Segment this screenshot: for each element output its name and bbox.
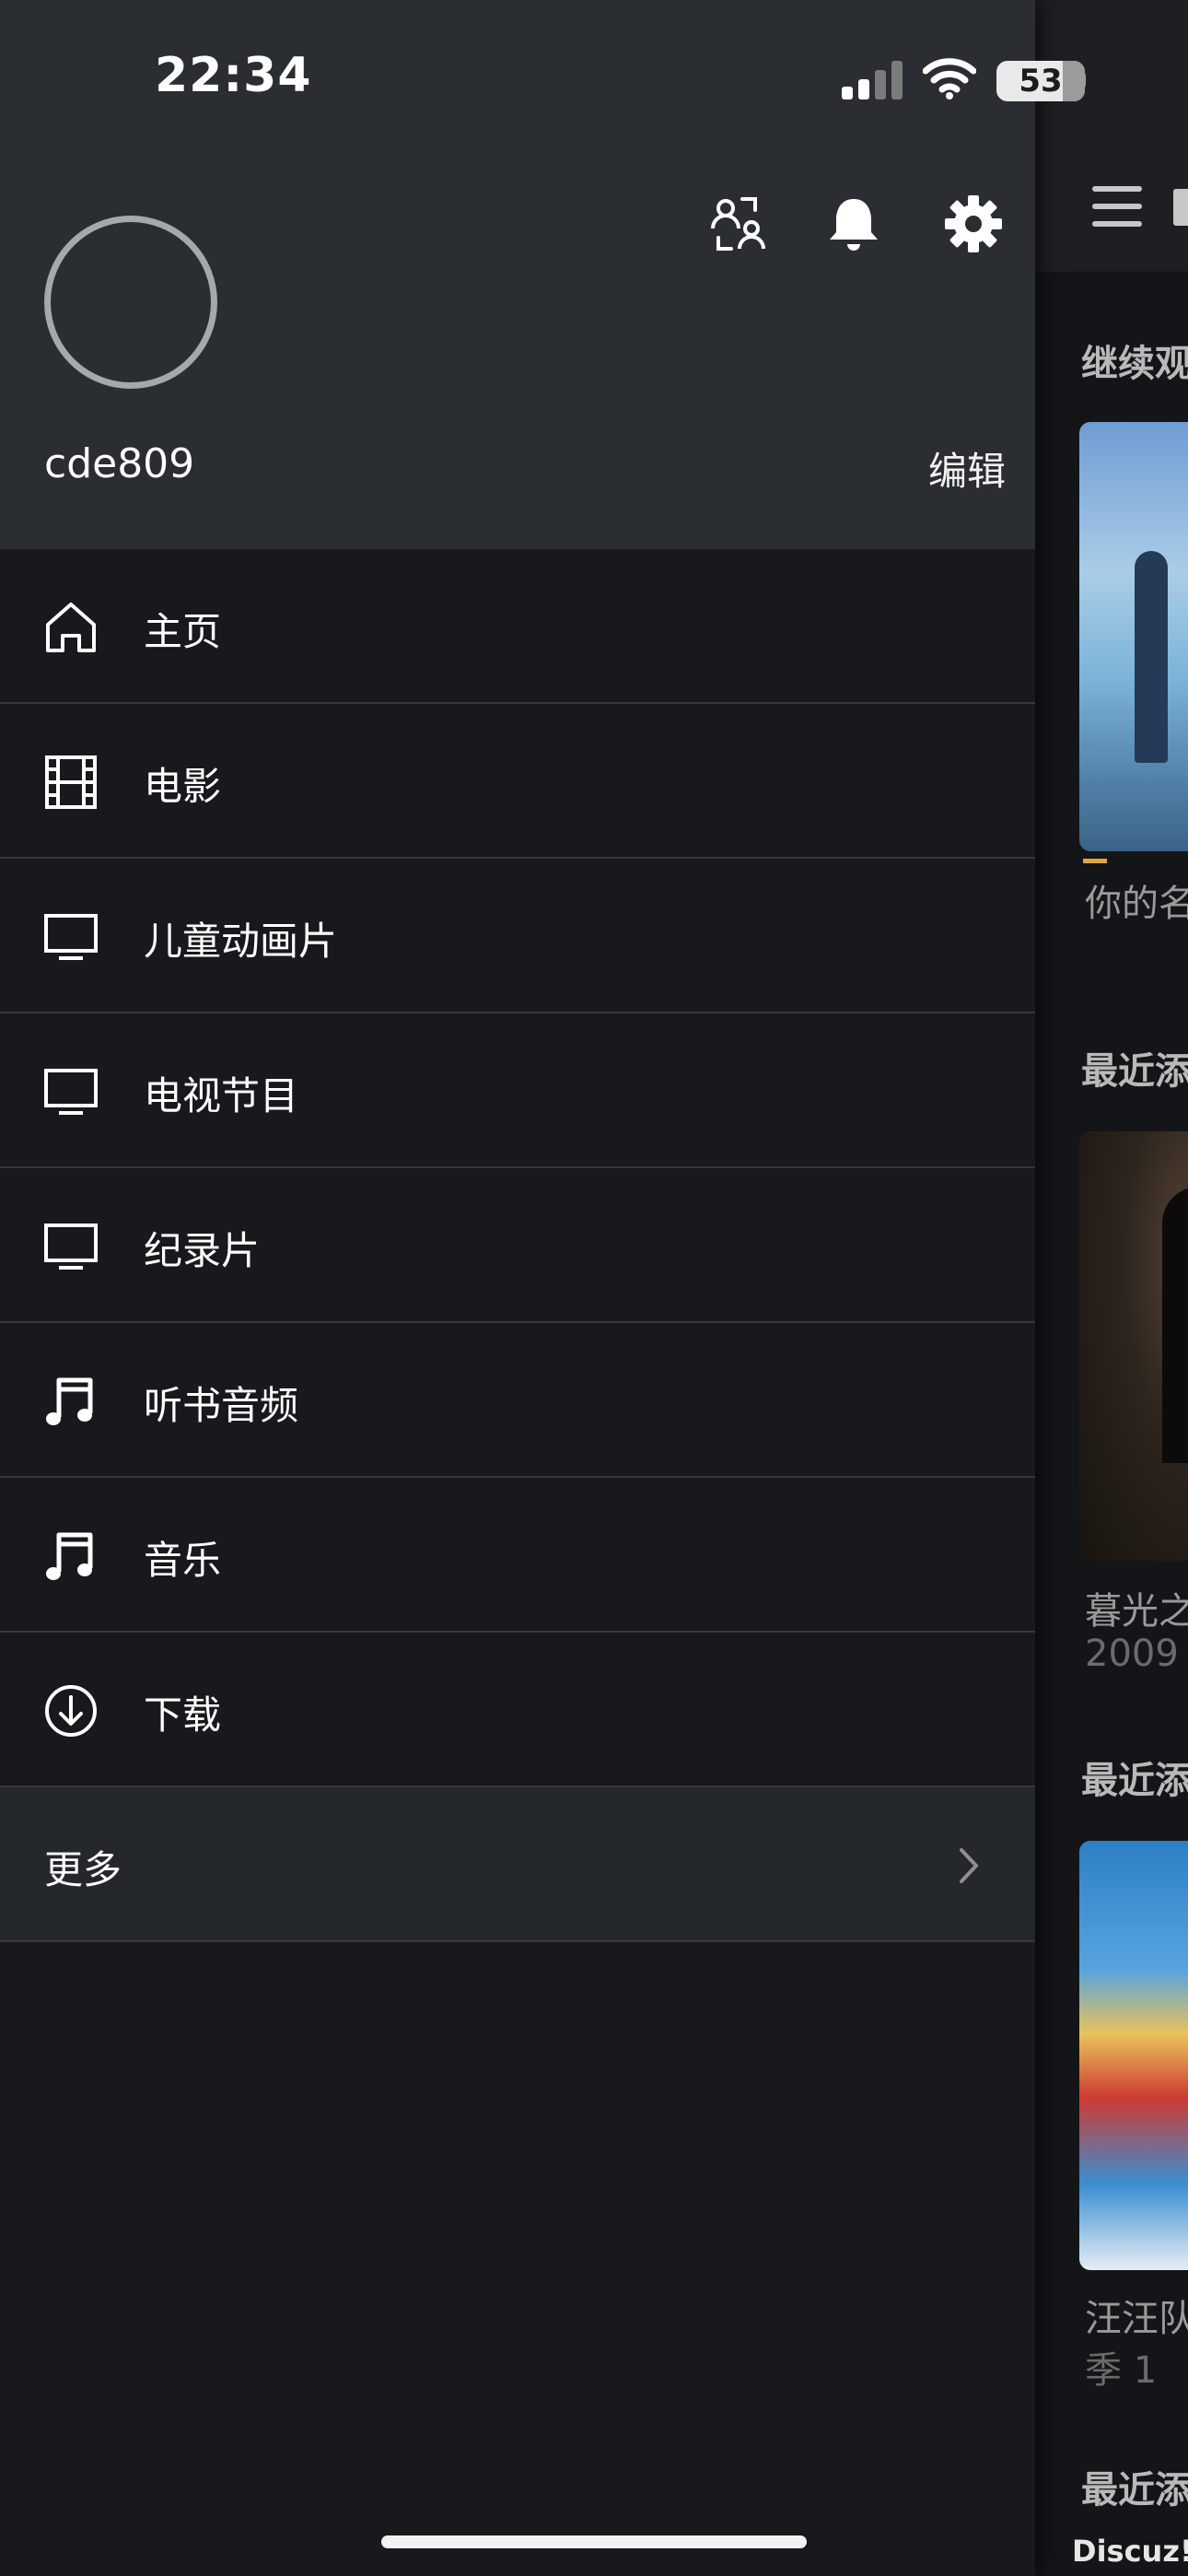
continue-watching-title[interactable]: 你的名 (1085, 873, 1188, 927)
tv-icon (44, 914, 98, 960)
menu-item-home[interactable]: 主页 (0, 549, 1035, 704)
recently-added-season-2: 季 1 (1085, 2349, 1158, 2392)
home-page-behind: 继续观 你的名 最近添 暮光之 2009 最近添 汪汪队 季 1 最近添 Dis… (1035, 0, 1188, 2576)
gear-icon[interactable] (941, 192, 1006, 256)
battery-level: 53 (1019, 63, 1063, 100)
recently-added-title-1[interactable]: 暮光之 (1085, 1581, 1188, 1634)
chevron-right-icon (960, 1848, 978, 1883)
username: cde809 (44, 440, 195, 487)
recently-added-title-2[interactable]: 汪汪队 (1085, 2289, 1188, 2342)
watermark: Discuz! (1072, 2534, 1188, 2569)
menu-item-label: 下载 (144, 1692, 222, 1738)
home-top-bar (1035, 0, 1188, 272)
music-note-icon (46, 1532, 93, 1580)
section-title-recently-added-3: 最近添 (1081, 2469, 1188, 2512)
poster-figure (1135, 551, 1168, 763)
battery-nub (1079, 72, 1086, 88)
hamburger-menu-icon[interactable] (1092, 186, 1142, 227)
status-time: 22:34 (155, 48, 312, 103)
music-note-icon (46, 1377, 93, 1425)
tv-icon (44, 1069, 98, 1115)
signal-icon (842, 61, 903, 100)
home-indicator[interactable] (381, 2535, 807, 2548)
recently-added-poster-2[interactable] (1079, 1841, 1188, 2270)
home-icon (46, 603, 96, 652)
wifi-icon (923, 58, 976, 100)
menu-item-label: 儿童动画片 (144, 919, 338, 964)
home-title-fragment (1173, 189, 1188, 226)
drawer-header: 22:34 53 cde809 编辑 (0, 0, 1086, 549)
switch-user-icon[interactable] (705, 192, 770, 256)
more-label: 更多 (44, 1847, 122, 1892)
menu-item-label: 电影 (144, 764, 222, 809)
menu-item-movies[interactable]: 电影 (0, 704, 1035, 859)
menu-item-music[interactable]: 音乐 (0, 1478, 1035, 1633)
poster-figure (1162, 1187, 1188, 1463)
menu-item-documentaries[interactable]: 纪录片 (0, 1168, 1035, 1323)
menu-item-downloads[interactable]: 下载 (0, 1633, 1035, 1787)
menu-item-more[interactable]: 更多 (0, 1787, 1035, 1942)
recently-added-year-1: 2009 (1085, 1633, 1179, 1675)
menu-item-kids-animation[interactable]: 儿童动画片 (0, 859, 1035, 1013)
menu-item-tv-shows[interactable]: 电视节目 (0, 1013, 1035, 1168)
section-title-recently-added-1: 最近添 (1081, 1050, 1188, 1093)
bell-icon[interactable] (821, 192, 886, 256)
edit-profile-button[interactable]: 编辑 (928, 440, 1006, 497)
tv-icon (44, 1224, 98, 1270)
continue-watching-poster[interactable] (1079, 422, 1188, 851)
section-title-continue-watching: 继续观 (1081, 343, 1188, 385)
battery-icon: 53 (996, 61, 1085, 101)
menu-item-label: 电视节目 (144, 1073, 299, 1118)
navigation-drawer: 22:34 53 cde809 编辑 主页 电影 儿童动画片 电视节目 纪录片 … (0, 0, 1086, 2576)
menu-item-label: 主页 (144, 609, 222, 654)
section-title-recently-added-2: 最近添 (1081, 1760, 1188, 1802)
avatar[interactable] (44, 216, 217, 389)
menu-item-label: 音乐 (144, 1538, 222, 1583)
drawer-menu: 主页 电影 儿童动画片 电视节目 纪录片 听书音频 音乐 下载 更多 (0, 549, 1035, 1942)
menu-item-label: 听书音频 (144, 1383, 299, 1428)
menu-item-label: 纪录片 (144, 1228, 261, 1273)
menu-item-audiobooks[interactable]: 听书音频 (0, 1323, 1035, 1478)
recently-added-poster-1[interactable] (1079, 1131, 1188, 1561)
film-icon (45, 755, 97, 809)
download-icon (45, 1685, 97, 1737)
watch-progress-bar (1083, 859, 1107, 863)
